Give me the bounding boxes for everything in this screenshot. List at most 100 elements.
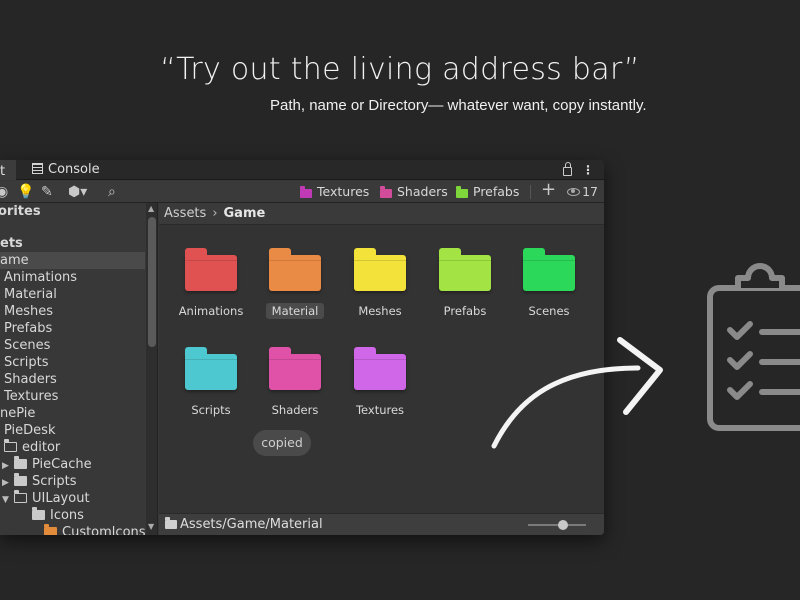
tree-item-meshes[interactable]: Meshes [4,303,53,320]
clipboard-checklist-icon [707,263,800,431]
tree-item-animations[interactable]: Animations [4,269,77,286]
cube-icon[interactable]: ⬢▾ [68,184,87,200]
tree-item-scripts[interactable]: Scripts [4,354,48,371]
tree-scripts2-label: Scripts [32,474,77,489]
visibility-count: 17 [582,184,598,199]
folder-label: Material [265,303,325,319]
folder-label: Textures [355,403,405,417]
headline: “Try out the living address bar” [160,52,640,87]
folder-icon [523,248,575,291]
folder-tile-material[interactable]: Material [255,248,335,319]
folder-tile-scripts[interactable]: Scripts [171,347,251,418]
folder-icon [439,248,491,291]
lightbulb-icon[interactable]: 💡 [17,184,34,200]
search-icon[interactable]: ⌕ [108,184,116,200]
folder-icon [44,524,57,535]
tree-scripts2[interactable]: ▶ Scripts [2,473,76,490]
folder-icon [185,347,237,390]
tree-item-material[interactable]: Material [4,286,57,303]
status-path[interactable]: Assets/Game/Material [180,517,323,532]
tree-item-textures[interactable]: Textures [4,388,58,405]
copied-toast: copied [253,430,311,456]
tree-uilayout-label: UILayout [32,491,90,506]
folder-label: Meshes [358,304,402,318]
tree-customicons[interactable]: Customlcons [44,524,146,535]
visibility-counter[interactable]: 17 [567,184,598,200]
tree-item-prefabs[interactable]: Prefabs [4,320,52,337]
folder-icon [269,347,321,390]
quick-folder-label: Prefabs [473,184,520,199]
quick-folder-prefabs[interactable]: Prefabs [456,184,519,200]
quick-folder-shaders[interactable]: Shaders [380,184,448,200]
folder-tree: orites ets ame Animations Material Meshe… [0,203,158,535]
tree-favorites[interactable]: orites [0,203,41,220]
tree-item-shaders[interactable]: Shaders [4,371,57,388]
toolbar: ◉ 💡 ✎ ⬢▾ ⌕ Textures Shaders Prefabs + 17 [0,181,604,203]
tree-assets[interactable]: ets [0,235,23,252]
breadcrumb-game[interactable]: Game [224,206,266,221]
folder-icon [300,185,312,198]
folder-tile-animations[interactable]: Animations [171,248,251,319]
folder-icon [185,248,237,291]
open-folder-icon [4,439,17,452]
folder-icon [380,185,392,198]
edit-icon[interactable]: ✎ [41,184,53,200]
address-bar[interactable]: Assets › Game [159,203,604,225]
lock-icon[interactable] [563,162,572,176]
tab-console-label: Console [48,162,100,177]
folder-icon [354,248,406,291]
tab-console[interactable]: Console [32,160,100,180]
toolbar-separator [530,185,531,199]
tree-uilayout[interactable]: ▼ UILayout [2,490,90,507]
tree-game[interactable]: ame [0,252,145,269]
folder-icon [14,473,27,486]
more-menu-icon[interactable]: ⋮ [582,164,594,176]
folder-label: Shaders [271,403,319,417]
tree-nepie[interactable]: nePie [0,405,35,422]
folder-label: Prefabs [443,304,487,318]
status-bar: Assets/Game/Material [159,513,604,535]
folder-tile-shaders[interactable]: Shaders [255,347,335,418]
scroll-down-icon[interactable]: ▼ [148,522,154,531]
tree-piecache[interactable]: ▶ PieCache [2,456,92,473]
breadcrumb-assets[interactable]: Assets [164,206,206,221]
tree-icons-label: Icons [50,508,84,523]
zoom-slider[interactable] [528,520,586,530]
chevron-right-icon: › [212,206,218,221]
folder-icon [165,517,177,529]
eye-icon [567,188,581,196]
folder-icon [269,248,321,291]
tree-piedesk[interactable]: PieDesk [4,422,55,439]
tab-project[interactable]: t [0,160,16,180]
tab-tools: ⋮ [563,160,594,180]
console-icon [32,163,43,174]
folder-icon [456,185,468,198]
folder-icon [32,507,45,520]
folder-tile-prefabs[interactable]: Prefabs [425,248,505,319]
quick-folder-label: Shaders [397,184,448,199]
folder-label: Animations [178,304,244,318]
zoom-slider-thumb[interactable] [557,520,568,530]
quick-folder-textures[interactable]: Textures [300,184,369,200]
dot-icon[interactable]: ◉ [0,184,8,200]
tree-scroll-thumb[interactable] [148,217,156,347]
quick-folder-label: Textures [317,184,370,199]
tab-bar: t Console ⋮ [0,160,604,180]
folder-label: Scenes [528,304,570,318]
curved-arrow-icon [491,337,663,449]
folder-icon [354,347,406,390]
open-folder-icon [14,490,27,503]
tree-customicons-label: Customlcons [62,525,146,535]
add-icon[interactable]: + [541,181,556,199]
folder-tile-meshes[interactable]: Meshes [340,248,420,319]
subline: Path, name or Directory— whatever want, … [270,97,647,114]
tree-editor[interactable]: editor [4,439,60,456]
scroll-up-icon[interactable]: ▲ [148,204,154,213]
tree-item-scenes[interactable]: Scenes [4,337,50,354]
folder-tile-textures[interactable]: Textures [340,347,420,418]
tree-icons[interactable]: Icons [32,507,84,524]
collapse-arrow-icon[interactable]: ▼ [2,492,14,509]
tree-scrollbar[interactable] [146,203,157,535]
tree-editor-label: editor [22,440,61,455]
folder-tile-scenes[interactable]: Scenes [509,248,589,319]
